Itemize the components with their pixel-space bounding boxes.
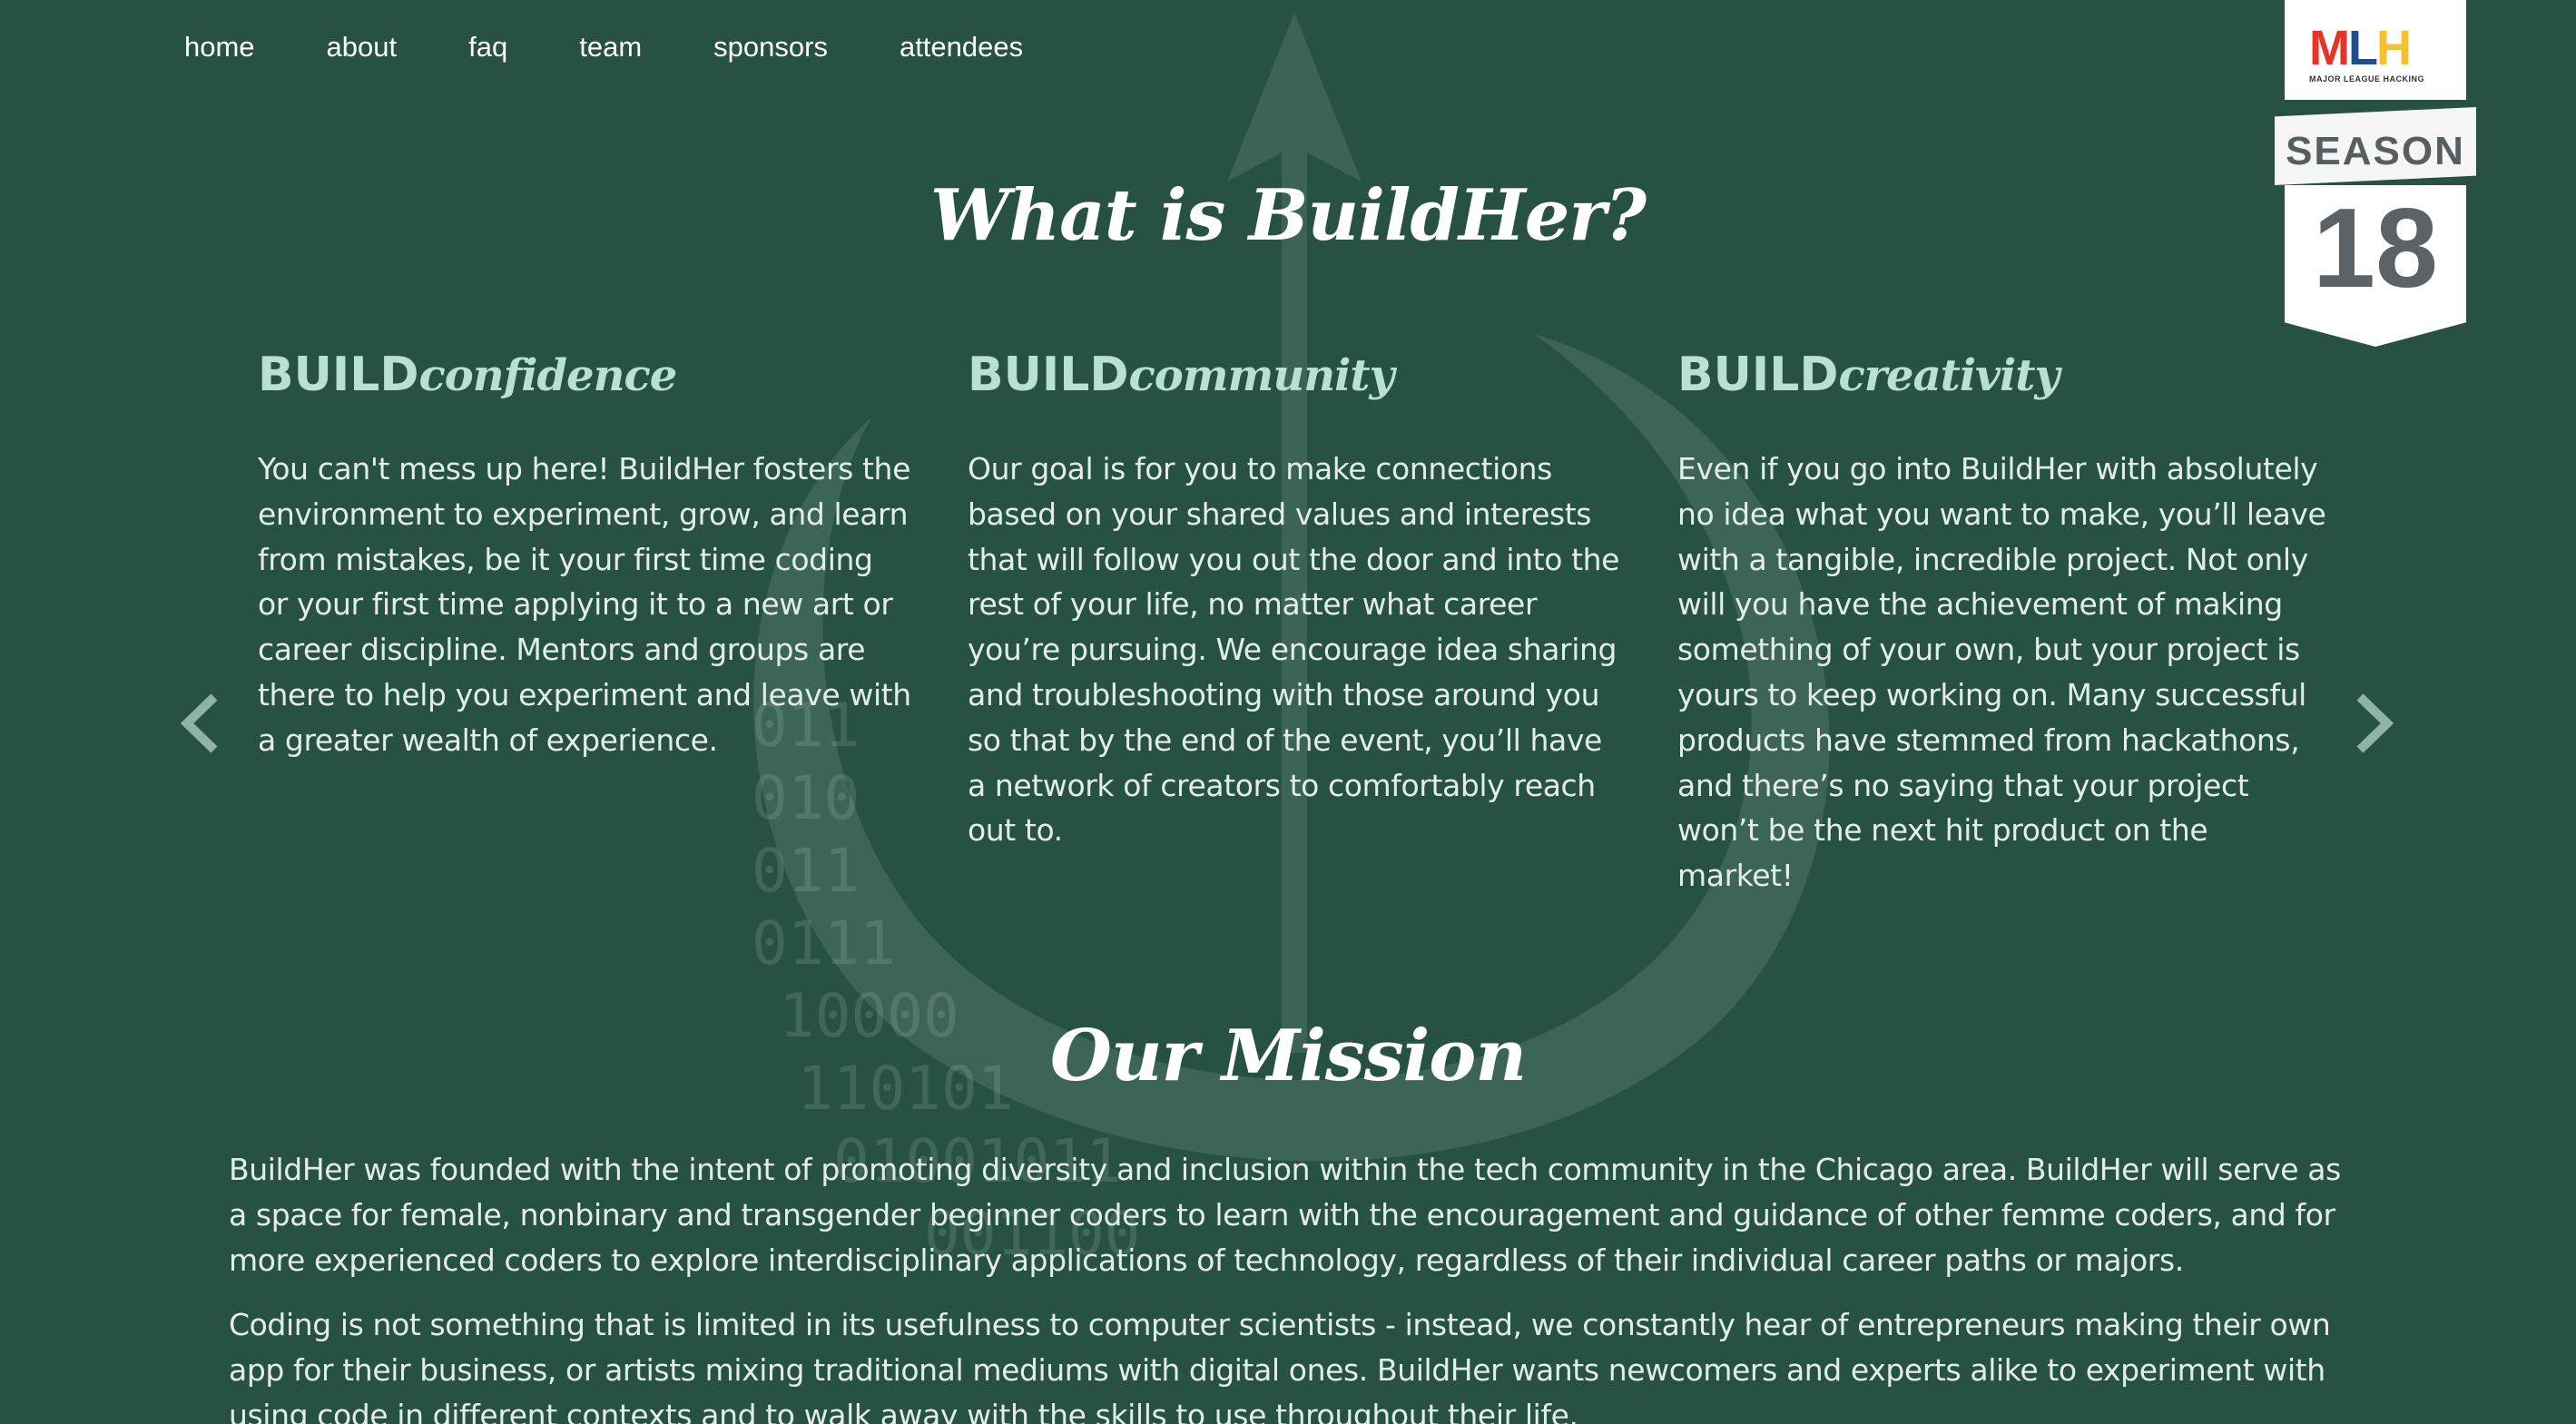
binary-line: 0111 [752, 908, 896, 978]
season-label: SEASON [2286, 129, 2465, 173]
about-column-community: BUILDcommunity Our goal is for you to ma… [968, 343, 1621, 853]
column-title: BUILDconfidence [258, 343, 911, 407]
chevron-left-icon [180, 693, 218, 753]
nav-sponsors[interactable]: sponsors [713, 29, 828, 65]
section-heading-what-is-buildher: What is BuildHer? [929, 174, 1647, 257]
column-text: Our goal is for you to make connections … [968, 451, 1620, 849]
column-title-strong: BUILD [1677, 348, 1839, 402]
column-title-soft: community [1128, 350, 1395, 401]
column-title-soft: creativity [1838, 350, 2060, 401]
chevron-right-icon [2356, 693, 2394, 753]
nav-team[interactable]: team [579, 29, 642, 65]
nav-attendees[interactable]: attendees [900, 29, 1023, 65]
column-title-soft: confidence [418, 350, 678, 401]
about-column-confidence: BUILDconfidence You can't mess up here! … [258, 343, 911, 763]
mission-paragraph: BuildHer was founded with the intent of … [229, 1152, 2341, 1278]
carousel-next-button[interactable] [2355, 693, 2394, 753]
mlh-logo: MLH MAJOR LEAGUE HACKING [2309, 21, 2443, 83]
section-heading-our-mission: Our Mission [1049, 1015, 1527, 1097]
mlh-logo-letters: MLH [2309, 21, 2412, 75]
nav-faq[interactable]: faq [468, 29, 507, 65]
carousel-prev-button[interactable] [180, 693, 220, 753]
column-text: You can't mess up here! BuildHer fosters… [258, 451, 911, 758]
column-title-strong: BUILD [258, 348, 419, 402]
about-column-creativity: BUILDcreativity Even if you go into Buil… [1677, 343, 2331, 899]
main-nav: home about faq team sponsors attendees [184, 29, 1095, 65]
mission-paragraph: Coding is not something that is limited … [229, 1307, 2331, 1424]
binary-line: 011 [752, 836, 860, 906]
mlh-season-badge[interactable]: MLH MAJOR LEAGUE HACKING SEASON 18 [2275, 0, 2476, 347]
column-title-strong: BUILD [968, 348, 1129, 402]
nav-about[interactable]: about [327, 29, 398, 65]
binary-line: 010 [752, 763, 860, 833]
nav-home[interactable]: home [184, 29, 255, 65]
column-title: BUILDcreativity [1677, 343, 2331, 407]
column-title: BUILDcommunity [968, 343, 1621, 407]
column-text: Even if you go into BuildHer with absolu… [1677, 451, 2326, 894]
mlh-logo-subtitle: MAJOR LEAGUE HACKING [2309, 74, 2425, 83]
